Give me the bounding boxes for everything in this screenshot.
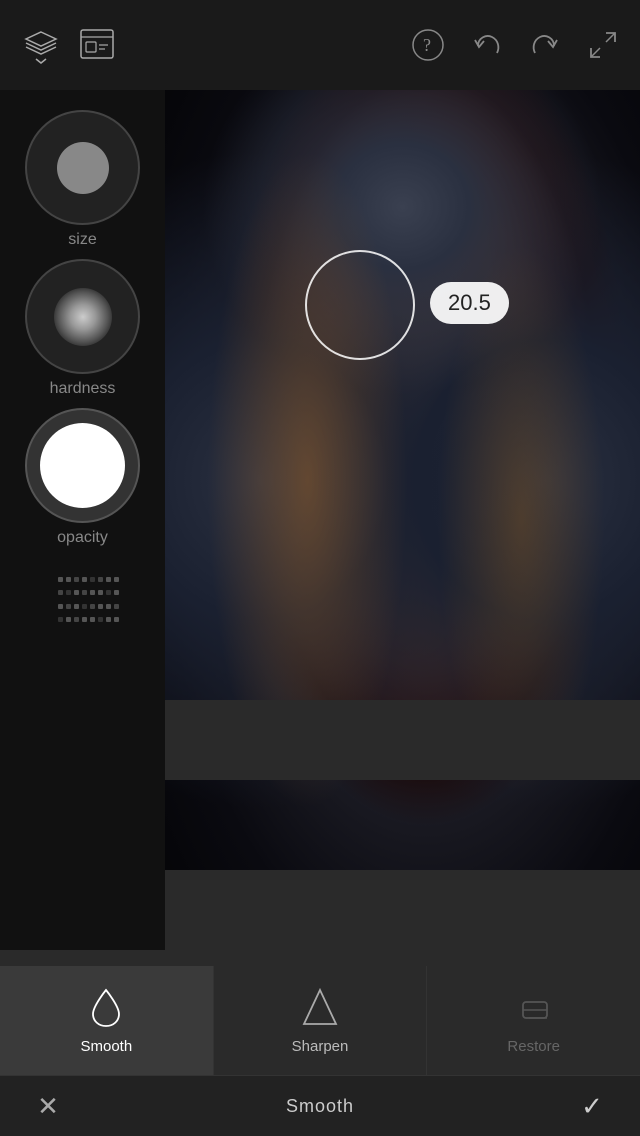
action-bar: ✕ Smooth ✓	[0, 1076, 640, 1136]
tab-restore[interactable]: Restore	[427, 966, 640, 1075]
dot	[90, 617, 95, 622]
layers-button[interactable]	[20, 24, 62, 66]
opacity-label: opacity	[57, 529, 108, 547]
dot	[106, 590, 111, 595]
dot	[74, 604, 79, 609]
dot	[98, 617, 103, 622]
dot	[106, 617, 111, 622]
opacity-inner-circle	[40, 423, 125, 508]
frame-button[interactable]	[78, 27, 116, 63]
dot	[74, 577, 79, 582]
cancel-button[interactable]: ✕	[28, 1086, 68, 1126]
dot	[114, 617, 119, 622]
dot	[58, 577, 63, 582]
dot	[58, 617, 63, 622]
size-control: size	[0, 110, 165, 249]
brush-value-bubble: 20.5	[430, 282, 509, 324]
dot	[66, 577, 71, 582]
brush-pattern-selector[interactable]	[48, 567, 118, 637]
help-button[interactable]: ?	[410, 27, 446, 63]
dot	[82, 617, 87, 622]
dot	[74, 590, 79, 595]
dot	[66, 590, 71, 595]
sharpen-icon	[301, 986, 339, 1030]
dot	[98, 577, 103, 582]
smooth-icon	[87, 986, 125, 1030]
redo-button[interactable]	[528, 28, 562, 62]
undo-button[interactable]	[470, 28, 504, 62]
svg-text:?: ?	[423, 35, 431, 55]
dot	[66, 604, 71, 609]
sharpen-tab-label: Sharpen	[292, 1038, 349, 1055]
opacity-circle[interactable]	[25, 408, 140, 523]
dot	[82, 604, 87, 609]
toolbar-right: ?	[410, 27, 620, 63]
dot	[90, 577, 95, 582]
dot	[66, 617, 71, 622]
dot	[114, 577, 119, 582]
top-toolbar: ?	[0, 0, 640, 90]
left-panel: size hardness opacity	[0, 90, 165, 950]
main-area: 20.5 size hardness opacity	[0, 90, 640, 950]
dot	[82, 590, 87, 595]
size-inner-circle	[57, 142, 109, 194]
dot	[114, 590, 119, 595]
tab-smooth[interactable]: Smooth	[0, 966, 214, 1075]
tab-sharpen[interactable]: Sharpen	[214, 966, 428, 1075]
confirm-button[interactable]: ✓	[572, 1086, 612, 1126]
smooth-tab-label: Smooth	[80, 1038, 132, 1055]
dot	[58, 590, 63, 595]
hardness-control: hardness	[0, 259, 165, 398]
dot	[90, 590, 95, 595]
dot	[98, 590, 103, 595]
hardness-label: hardness	[50, 380, 116, 398]
dot	[74, 617, 79, 622]
size-circle[interactable]	[25, 110, 140, 225]
dot	[82, 577, 87, 582]
opacity-control: opacity	[0, 408, 165, 547]
dot	[106, 604, 111, 609]
expand-button[interactable]	[586, 28, 620, 62]
hardness-inner-circle	[54, 288, 112, 346]
dot	[106, 577, 111, 582]
tool-tabs: Smooth Sharpen Restore	[0, 966, 640, 1136]
size-label: size	[68, 231, 96, 249]
dot	[90, 604, 95, 609]
toolbar-left	[20, 24, 116, 66]
restore-tab-label: Restore	[507, 1038, 560, 1055]
tabs-row: Smooth Sharpen Restore	[0, 966, 640, 1076]
dot	[114, 604, 119, 609]
hardness-circle[interactable]	[25, 259, 140, 374]
dot	[98, 604, 103, 609]
dot	[58, 604, 63, 609]
restore-icon	[515, 986, 553, 1030]
action-title: Smooth	[68, 1096, 572, 1117]
